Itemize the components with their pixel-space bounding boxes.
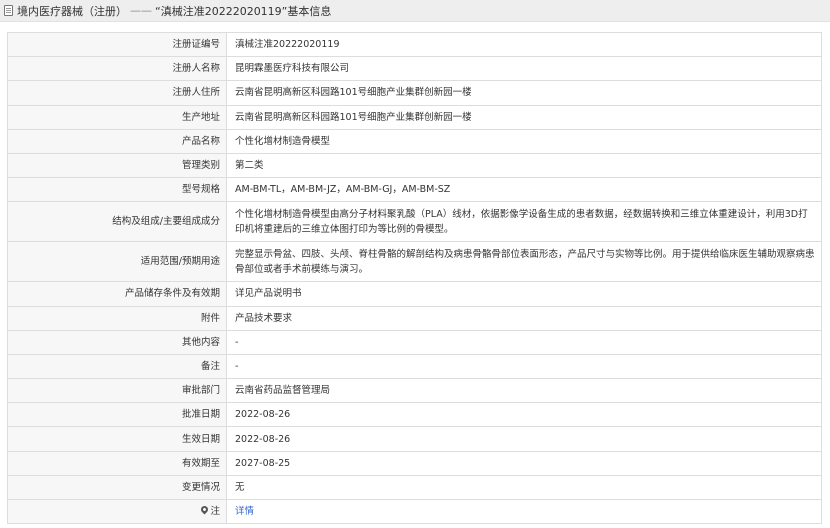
row-label: 备注 xyxy=(7,353,227,380)
document-icon xyxy=(4,5,13,16)
table-row: 附件 产品技术要求 xyxy=(7,305,822,331)
table-row: 其他内容 - xyxy=(7,329,822,355)
row-label: 其他内容 xyxy=(7,329,227,355)
row-value: 滇械注准20222020119 xyxy=(226,31,822,58)
table-row: 变更情况 无 xyxy=(7,474,822,501)
table-row: 注册人住所 云南省昆明高新区科园路101号细胞产业集群创新园一楼 xyxy=(7,80,822,106)
row-label: 产品储存条件及有效期 xyxy=(7,281,227,307)
row-value: 个性化增材制造骨模型由高分子材料聚乳酸（PLA）线材，依据影像学设备生成的患者数… xyxy=(226,201,822,243)
page-header: 境内医疗器械（注册） —— “滇械注准20222020119”基本信息 xyxy=(0,0,830,22)
detail-table: 注册证编号 滇械注准20222020119 注册人名称 昆明霖墨医疗科技有限公司… xyxy=(7,31,822,525)
table-row: 审批部门 云南省药品监督管理局 xyxy=(7,378,822,404)
table-row: 生效日期 2022-08-26 xyxy=(7,426,822,452)
note-label: 注 xyxy=(210,506,220,518)
table-row: 注册人名称 昆明霖墨医疗科技有限公司 xyxy=(7,56,822,82)
row-value: - xyxy=(226,353,822,380)
row-label: 结构及组成/主要组成成分 xyxy=(7,201,227,243)
table-row: 结构及组成/主要组成成分 个性化增材制造骨模型由高分子材料聚乳酸（PLA）线材，… xyxy=(7,201,822,243)
row-label: 有效期至 xyxy=(7,450,227,476)
note-label-cell: 注 xyxy=(7,498,227,525)
table-row: 注册证编号 滇械注准20222020119 xyxy=(7,31,822,58)
row-value: 无 xyxy=(226,474,822,501)
row-label: 注册人住所 xyxy=(7,80,227,106)
row-value: 2022-08-26 xyxy=(226,426,822,452)
row-label: 管理类别 xyxy=(7,152,227,179)
row-value: 2027-08-25 xyxy=(226,450,822,476)
row-label: 适用范围/预期用途 xyxy=(7,241,227,283)
row-value: 云南省昆明高新区科园路101号细胞产业集群创新园一楼 xyxy=(226,104,822,130)
table-row: 型号规格 AM-BM-TL，AM-BM-JZ，AM-BM-GJ，AM-BM-SZ xyxy=(7,177,822,203)
row-value: 2022-08-26 xyxy=(226,402,822,428)
table-row: 备注 - xyxy=(7,353,822,380)
row-label: 产品名称 xyxy=(7,128,227,154)
row-label: 审批部门 xyxy=(7,378,227,404)
row-label: 附件 xyxy=(7,305,227,331)
table-row: 管理类别 第二类 xyxy=(7,152,822,179)
row-label: 批准日期 xyxy=(7,402,227,428)
row-value: 第二类 xyxy=(226,152,822,179)
row-label: 变更情况 xyxy=(7,474,227,501)
row-value: 个性化增材制造骨模型 xyxy=(226,128,822,154)
table-row: 有效期至 2027-08-25 xyxy=(7,450,822,476)
header-separator: —— xyxy=(130,4,152,17)
header-title: “滇械注准20222020119”基本信息 xyxy=(155,4,332,18)
row-value: - xyxy=(226,329,822,355)
note-row: 注 详情 xyxy=(7,498,822,525)
row-value: 昆明霖墨医疗科技有限公司 xyxy=(226,56,822,82)
row-value: 产品技术要求 xyxy=(226,305,822,331)
row-value: AM-BM-TL，AM-BM-JZ，AM-BM-GJ，AM-BM-SZ xyxy=(226,177,822,203)
pin-icon xyxy=(200,504,210,515)
table-row: 适用范围/预期用途 完整显示骨盆、四肢、头颅、脊柱骨骼的解剖结构及病患骨骼骨部位… xyxy=(7,241,822,283)
table-row: 产品名称 个性化增材制造骨模型 xyxy=(7,128,822,154)
row-label: 型号规格 xyxy=(7,177,227,203)
table-row: 批准日期 2022-08-26 xyxy=(7,402,822,428)
details-link[interactable]: 详情 xyxy=(235,506,254,517)
row-value: 完整显示骨盆、四肢、头颅、脊柱骨骼的解剖结构及病患骨骼骨部位表面形态，产品尺寸与… xyxy=(226,241,822,283)
note-value-cell: 详情 xyxy=(226,498,822,525)
table-row: 产品储存条件及有效期 详见产品说明书 xyxy=(7,281,822,307)
header-prefix: 境内医疗器械（注册） xyxy=(17,4,127,18)
row-label: 生产地址 xyxy=(7,104,227,130)
row-label: 生效日期 xyxy=(7,426,227,452)
row-value: 云南省药品监督管理局 xyxy=(226,378,822,404)
row-label: 注册人名称 xyxy=(7,56,227,82)
row-value: 云南省昆明高新区科园路101号细胞产业集群创新园一楼 xyxy=(226,80,822,106)
table-row: 生产地址 云南省昆明高新区科园路101号细胞产业集群创新园一楼 xyxy=(7,104,822,130)
row-value: 详见产品说明书 xyxy=(226,281,822,307)
row-label: 注册证编号 xyxy=(7,31,227,58)
